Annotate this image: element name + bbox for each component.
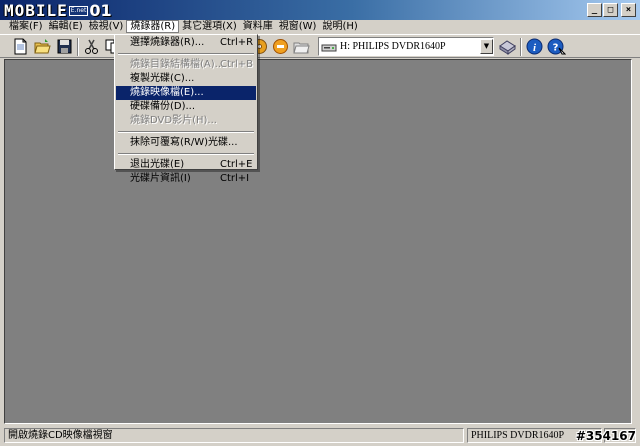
close-button[interactable]: ×	[621, 3, 636, 17]
watermark-id: #354167	[575, 429, 636, 443]
maximize-button[interactable]: □	[603, 3, 618, 17]
drive-selector-value: H: PHILIPS DVDR1640P	[340, 41, 446, 52]
menu-file[interactable]: 檔案(F)	[6, 20, 46, 33]
minimize-button[interactable]: _	[587, 3, 602, 17]
status-bar: 開啟燒錄CD映像檔視窗 PHILIPS DVDR1640P	[0, 426, 640, 446]
drive-selector[interactable]: H: PHILIPS DVDR1640P ▼	[318, 37, 494, 56]
menu-separator	[116, 150, 256, 158]
cd-drive-icon	[321, 44, 337, 51]
open-icon[interactable]	[34, 38, 51, 55]
logo-main-text: MOBILE	[4, 1, 68, 20]
chevron-down-icon[interactable]: ▼	[480, 39, 493, 54]
menu-item-copy-disc[interactable]: 複製光碟(C)...	[116, 72, 256, 86]
menu-edit[interactable]: 編輯(E)	[46, 20, 86, 33]
menu-bar: 檔案(F) 編輯(E) 檢視(V) 燒錄器(R) 其它選項(X) 資料庫 視窗(…	[0, 20, 640, 34]
svg-text:?: ?	[553, 43, 559, 54]
info-icon[interactable]: i	[526, 38, 543, 55]
menu-item-burn-dvd-video: 燒錄DVD影片(H)...	[130, 115, 217, 126]
menu-help[interactable]: 說明(H)	[319, 20, 360, 33]
app-window: MOBILE E.net 01 _ □ × 檔案(F) 編輯(E) 檢視(V) …	[0, 0, 640, 446]
save-icon[interactable]	[56, 38, 73, 55]
menu-item-erase-rw[interactable]: 抹除可覆寫(R/W)光碟...	[116, 136, 256, 150]
menu-window[interactable]: 視窗(W)	[276, 20, 320, 33]
status-message: 開啟燒錄CD映像檔視窗	[4, 428, 464, 443]
toolbar-separator	[77, 38, 79, 56]
logo-badge: E.net	[68, 5, 89, 16]
new-icon[interactable]	[12, 38, 29, 55]
title-bar[interactable]: MOBILE E.net 01 _ □ ×	[0, 0, 640, 20]
toolbar: H: PHILIPS DVDR1640P ▼ i ?	[0, 34, 640, 58]
recorder-dropdown-menu: 選擇燒錄器(R)... Ctrl+R 燒錄目錄結構檔(A)... Ctrl+B 複製…	[114, 34, 258, 184]
mobile01-logo: MOBILE E.net 01	[4, 1, 112, 20]
menu-view[interactable]: 檢視(V)	[86, 20, 127, 33]
toolbar-separator	[520, 38, 522, 56]
menu-separator	[116, 50, 256, 58]
stop-icon[interactable]	[272, 38, 289, 55]
help-icon[interactable]: ?	[547, 38, 566, 55]
menu-separator	[116, 128, 256, 136]
workspace-area	[4, 59, 632, 424]
menu-item-burn-layout: 燒錄目錄結構檔(A)... Ctrl+B	[130, 59, 254, 70]
menu-recorder[interactable]: 燒錄器(R)	[126, 20, 180, 33]
menu-item-burn-image[interactable]: 燒錄映像檔(E)...	[116, 86, 256, 100]
window-controls: _ □ ×	[587, 3, 636, 17]
logo-tail-text: 01	[89, 1, 112, 20]
folder-icon[interactable]	[293, 38, 310, 55]
cut-icon[interactable]	[83, 38, 100, 55]
menu-item-select-recorder[interactable]: 選擇燒錄器(R)... Ctrl+R	[116, 36, 256, 50]
menu-item-eject-disc[interactable]: 退出光碟(E) Ctrl+E	[116, 158, 256, 172]
menu-item-disc-info[interactable]: 光碟片資訊(I) Ctrl+I	[116, 172, 256, 186]
drive-icon[interactable]	[498, 38, 517, 55]
menu-other-options[interactable]: 其它選項(X)	[179, 20, 240, 33]
menu-item-hdd-backup[interactable]: 硬碟備份(D)...	[116, 100, 256, 114]
menu-database[interactable]: 資料庫	[240, 20, 276, 33]
